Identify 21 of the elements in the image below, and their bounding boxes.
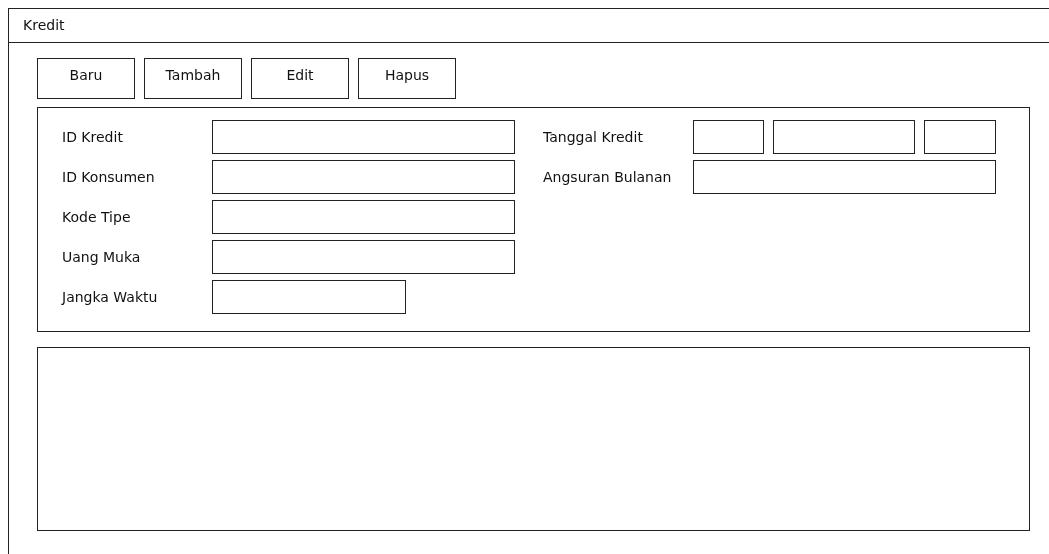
window-title: Kredit — [23, 16, 65, 35]
input-field[interactable] — [924, 120, 996, 154]
input-field[interactable] — [212, 120, 515, 154]
field-label: Angsuran Bulanan — [543, 167, 673, 187]
input-field[interactable] — [212, 160, 515, 194]
action-button[interactable]: Tambah — [144, 58, 242, 99]
input-field[interactable] — [773, 120, 915, 154]
field-label: Uang Muka — [62, 247, 142, 267]
input-field[interactable] — [212, 280, 406, 314]
action-button[interactable]: Edit — [251, 58, 349, 99]
field-label: Tanggal Kredit — [543, 127, 644, 147]
action-button[interactable]: Hapus — [358, 58, 456, 99]
input-field[interactable] — [693, 120, 764, 154]
field-label: Jangka Waktu — [62, 287, 159, 307]
action-button[interactable]: Baru — [37, 58, 135, 99]
field-label: Kode Tipe — [62, 207, 132, 227]
input-field[interactable] — [693, 160, 996, 194]
field-label: ID Kredit — [62, 127, 124, 147]
input-field[interactable] — [212, 200, 515, 234]
field-label: ID Konsumen — [62, 167, 156, 187]
input-field[interactable] — [212, 240, 515, 274]
